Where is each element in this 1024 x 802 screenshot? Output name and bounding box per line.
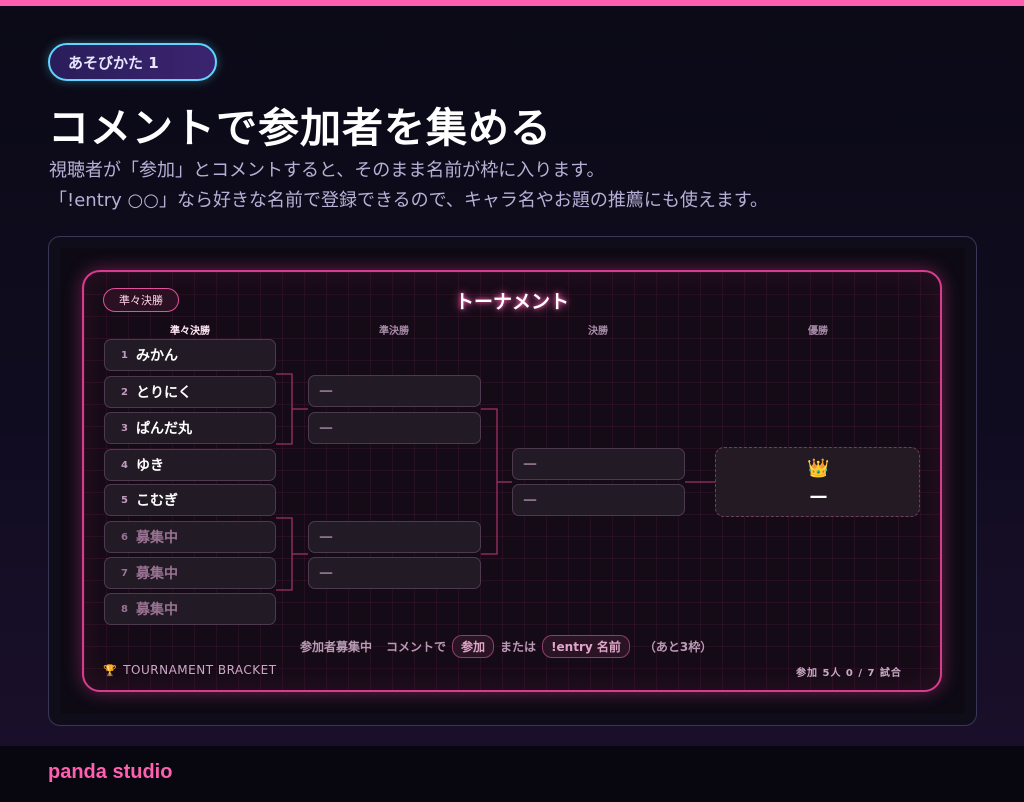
quarter-slot-3: 3 ぱんだ丸 bbox=[104, 412, 276, 444]
bracket-label-text: TOURNAMENT BRACKET bbox=[123, 663, 277, 677]
slot-number: 6 bbox=[121, 531, 128, 543]
final-placeholder: — bbox=[523, 456, 537, 472]
champion-name: — bbox=[809, 486, 828, 507]
slot-number: 3 bbox=[121, 422, 128, 434]
slot-number: 7 bbox=[121, 567, 128, 579]
semi-placeholder: — bbox=[319, 383, 333, 399]
semi-placeholder: — bbox=[319, 420, 333, 436]
quarter-slot-2: 2 とりにく bbox=[104, 376, 276, 408]
semi-placeholder: — bbox=[319, 529, 333, 545]
crown-icon: 👑 bbox=[807, 458, 830, 479]
slot-number: 2 bbox=[121, 386, 128, 398]
participant-name: こむぎ bbox=[135, 493, 178, 509]
semi-slot-4: — bbox=[308, 557, 481, 589]
quarter-slot-4: 4 ゆき bbox=[104, 449, 276, 481]
match-stats: 参加 5人 0 / 7 試合 bbox=[796, 668, 902, 679]
final-slot-2: — bbox=[512, 484, 685, 516]
semi-slot-1: — bbox=[308, 375, 481, 407]
participant-name: とりにく bbox=[135, 385, 192, 401]
join-command-chip: 参加 bbox=[452, 635, 495, 658]
slot-number: 8 bbox=[121, 603, 128, 615]
recruit-status: 参加者募集中 bbox=[300, 640, 373, 654]
participant-name: ぱんだ丸 bbox=[135, 421, 192, 437]
participant-name: 募集中 bbox=[135, 602, 178, 618]
participant-name: みかん bbox=[135, 348, 178, 364]
final-slot-1: — bbox=[512, 448, 685, 480]
entry-command-chip: !entry 名前 bbox=[542, 635, 630, 658]
bracket-label: 🏆 TOURNAMENT BRACKET bbox=[103, 663, 277, 677]
participant-name: 募集中 bbox=[135, 530, 178, 546]
quarter-slot-1: 1 みかん bbox=[104, 339, 276, 371]
comment-prefix: コメントで bbox=[386, 640, 447, 654]
semi-slot-2: — bbox=[308, 412, 481, 444]
trophy-icon: 🏆 bbox=[103, 663, 118, 677]
participant-name: ゆき bbox=[135, 458, 164, 474]
participant-name: 募集中 bbox=[135, 566, 178, 582]
slot-number: 5 bbox=[121, 494, 128, 506]
semi-placeholder: — bbox=[319, 565, 333, 581]
slot-number: 1 bbox=[121, 349, 128, 361]
quarter-slot-7: 7 募集中 bbox=[104, 557, 276, 589]
slot-number: 4 bbox=[121, 459, 128, 471]
quarter-slot-6: 6 募集中 bbox=[104, 521, 276, 553]
champion-box: 👑 — bbox=[715, 447, 920, 517]
or-text: または bbox=[500, 640, 537, 654]
semi-slot-3: — bbox=[308, 521, 481, 553]
quarter-slot-8: 8 募集中 bbox=[104, 593, 276, 625]
remaining-slots: （あと3枠） bbox=[643, 640, 713, 654]
brand-logo: panda studio bbox=[48, 761, 173, 783]
entry-instructions: 参加者募集中 コメントで 参加 または !entry 名前 （あと3枠） bbox=[300, 635, 718, 658]
final-placeholder: — bbox=[523, 492, 537, 508]
quarter-slot-5: 5 こむぎ bbox=[104, 484, 276, 516]
